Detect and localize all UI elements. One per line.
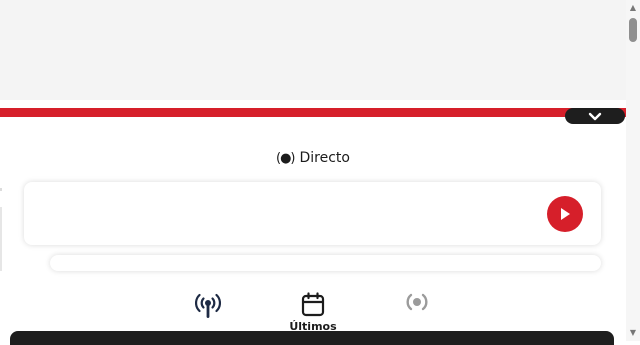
play-button[interactable] [547, 196, 583, 232]
radio-broadcast-icon [406, 293, 428, 311]
nav-item-ultimos[interactable]: Últimos [283, 292, 343, 333]
chevron-down-icon [588, 112, 602, 120]
antenna-icon [195, 293, 221, 318]
live-header: (●) Directo [276, 148, 350, 168]
brand-red-bar [0, 108, 626, 117]
scroll-up-icon[interactable]: ▲ [626, 2, 640, 14]
scroll-down-icon[interactable]: ▼ [626, 327, 640, 339]
live-label: Directo [299, 150, 350, 166]
play-icon [561, 208, 570, 220]
secondary-card [50, 255, 601, 271]
scrollbar-thumb[interactable] [629, 18, 637, 42]
left-edge-card [0, 207, 2, 271]
top-banner-area [0, 0, 626, 100]
player-card [24, 182, 601, 245]
bottom-player-bar[interactable] [10, 331, 614, 345]
nav-item-radio[interactable] [402, 290, 432, 317]
nav-item-live[interactable] [194, 292, 222, 322]
left-edge-mark [0, 188, 2, 191]
collapse-toggle-button[interactable] [565, 108, 625, 124]
vertical-scrollbar[interactable]: ▲ ▼ [626, 0, 640, 341]
live-radio-icon: (●) [276, 150, 295, 166]
calendar-icon [301, 292, 325, 317]
